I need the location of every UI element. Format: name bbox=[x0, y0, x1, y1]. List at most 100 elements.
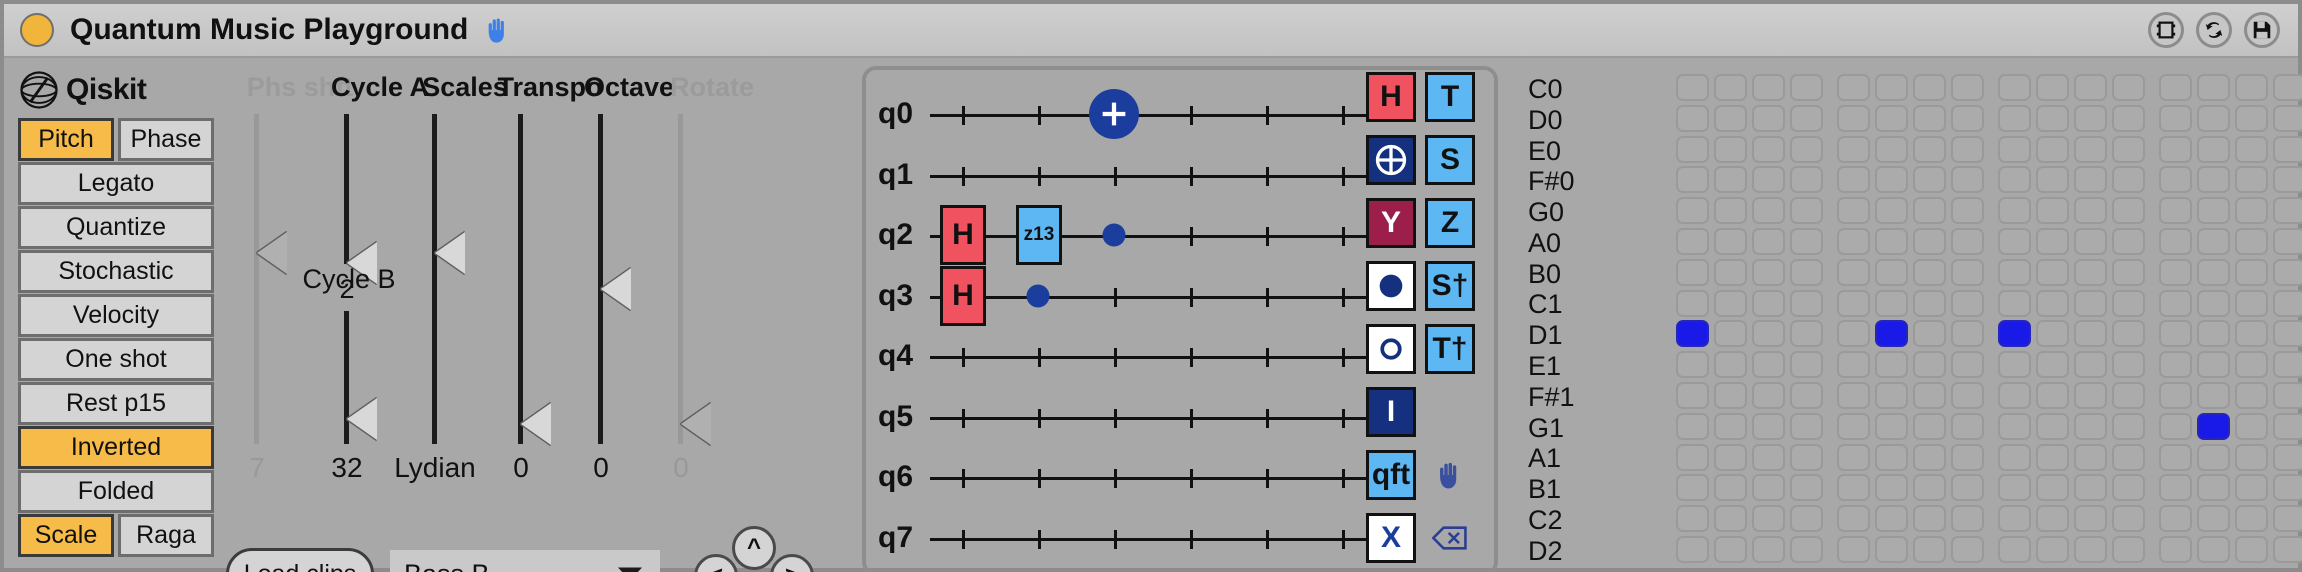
grid-cell[interactable] bbox=[2197, 535, 2230, 563]
grid-cell[interactable] bbox=[1951, 381, 1984, 409]
grid-cell[interactable] bbox=[2074, 135, 2107, 163]
gate-control-dot[interactable] bbox=[1366, 261, 1416, 311]
clip-selector-dropdown[interactable]: Bass B bbox=[390, 550, 660, 572]
grid-cell[interactable] bbox=[2197, 166, 2230, 194]
grid-cell[interactable] bbox=[1752, 474, 1785, 502]
grid-cell[interactable] bbox=[2159, 104, 2192, 132]
grid-cell[interactable] bbox=[2197, 227, 2230, 255]
grid-cell[interactable] bbox=[1752, 351, 1785, 379]
toggle-stochastic[interactable]: Stochastic bbox=[18, 250, 214, 293]
grid-cell[interactable] bbox=[2273, 443, 2302, 471]
grid-cell[interactable] bbox=[2112, 258, 2145, 286]
grid-cell[interactable] bbox=[1676, 381, 1709, 409]
grid-cell[interactable] bbox=[2036, 474, 2069, 502]
slider-thumb-cycle-b[interactable] bbox=[347, 398, 377, 440]
grid-cell[interactable] bbox=[2074, 166, 2107, 194]
grid-cell[interactable] bbox=[1676, 74, 1709, 101]
grid-cell[interactable] bbox=[1714, 381, 1747, 409]
grid-cell[interactable] bbox=[2159, 74, 2192, 101]
grid-cell[interactable] bbox=[2273, 381, 2302, 409]
grid-cell[interactable] bbox=[1998, 320, 2031, 348]
grid-cell[interactable] bbox=[1875, 166, 1908, 194]
grid-cell[interactable] bbox=[2112, 104, 2145, 132]
circuit-control-dot[interactable] bbox=[1102, 223, 1126, 247]
grid-cell[interactable] bbox=[2112, 412, 2145, 440]
grid-cell[interactable] bbox=[1676, 258, 1709, 286]
circuit-control-dot[interactable] bbox=[1026, 284, 1050, 307]
grid-cell[interactable] bbox=[1875, 197, 1908, 225]
grid-cell[interactable] bbox=[2074, 412, 2107, 440]
circuit-gate-h[interactable]: H bbox=[940, 205, 986, 265]
grid-cell[interactable] bbox=[2235, 474, 2268, 502]
grid-cell[interactable] bbox=[1998, 443, 2031, 471]
grid-cell[interactable] bbox=[2159, 320, 2192, 348]
piano-roll-grid[interactable] bbox=[1676, 74, 2302, 567]
grid-cell[interactable] bbox=[1913, 197, 1946, 225]
grid-cell[interactable] bbox=[1951, 412, 1984, 440]
grid-cell[interactable] bbox=[1676, 412, 1709, 440]
toggle-legato[interactable]: Legato bbox=[18, 162, 214, 205]
dpad-left-button[interactable]: < bbox=[694, 554, 738, 572]
grid-cell[interactable] bbox=[2036, 535, 2069, 563]
grid-cell[interactable] bbox=[2235, 135, 2268, 163]
grid-cell[interactable] bbox=[1676, 443, 1709, 471]
grid-cell[interactable] bbox=[1790, 166, 1823, 194]
grid-cell[interactable] bbox=[2197, 505, 2230, 533]
grid-cell[interactable] bbox=[1714, 197, 1747, 225]
grid-cell[interactable] bbox=[2074, 351, 2107, 379]
grid-cell[interactable] bbox=[1951, 227, 1984, 255]
grid-cell[interactable] bbox=[1752, 104, 1785, 132]
grid-cell[interactable] bbox=[1913, 289, 1946, 317]
circuit-gate-z13[interactable]: z13 bbox=[1016, 205, 1062, 265]
grid-cell[interactable] bbox=[1875, 412, 1908, 440]
load-clips-button[interactable]: Load clips bbox=[226, 548, 374, 572]
grid-cell[interactable] bbox=[2159, 412, 2192, 440]
grid-cell[interactable] bbox=[2235, 289, 2268, 317]
grid-cell[interactable] bbox=[2036, 320, 2069, 348]
grid-cell[interactable] bbox=[2112, 505, 2145, 533]
slider-thumb-phs-shft[interactable] bbox=[257, 231, 287, 274]
grid-cell[interactable] bbox=[2235, 412, 2268, 440]
grid-cell[interactable] bbox=[1875, 351, 1908, 379]
grid-cell[interactable] bbox=[1913, 381, 1946, 409]
grid-cell[interactable] bbox=[2074, 381, 2107, 409]
dpad-up-button[interactable]: ^ bbox=[732, 526, 776, 570]
toggle-scale[interactable]: Scale bbox=[18, 514, 114, 557]
grid-cell[interactable] bbox=[2074, 505, 2107, 533]
gate-qft[interactable]: qft bbox=[1366, 450, 1416, 500]
toggle-quantize[interactable]: Quantize bbox=[18, 206, 214, 249]
grid-cell[interactable] bbox=[1837, 258, 1870, 286]
grid-cell[interactable] bbox=[1875, 289, 1908, 317]
grid-cell[interactable] bbox=[2036, 412, 2069, 440]
grid-cell[interactable] bbox=[1951, 197, 1984, 225]
grid-cell[interactable] bbox=[1714, 443, 1747, 471]
grid-cell[interactable] bbox=[1676, 505, 1709, 533]
grid-cell[interactable] bbox=[2159, 381, 2192, 409]
grid-cell[interactable] bbox=[1790, 104, 1823, 132]
grid-cell[interactable] bbox=[2273, 135, 2302, 163]
grid-cell[interactable] bbox=[2235, 351, 2268, 379]
grid-cell[interactable] bbox=[1951, 535, 1984, 563]
grid-cell[interactable] bbox=[1837, 197, 1870, 225]
grid-cell[interactable] bbox=[2197, 412, 2230, 440]
grid-cell[interactable] bbox=[1951, 74, 1984, 101]
grid-cell[interactable] bbox=[1790, 74, 1823, 101]
grid-cell[interactable] bbox=[1714, 351, 1747, 379]
grid-cell[interactable] bbox=[1913, 166, 1946, 194]
dpad-right-button[interactable]: > bbox=[770, 554, 814, 572]
grid-cell[interactable] bbox=[1790, 258, 1823, 286]
grid-cell[interactable] bbox=[2159, 258, 2192, 286]
gate-t-dagger[interactable]: T† bbox=[1425, 324, 1475, 374]
grid-cell[interactable] bbox=[1998, 535, 2031, 563]
grid-cell[interactable] bbox=[1998, 135, 2031, 163]
grid-cell[interactable] bbox=[2197, 74, 2230, 101]
grid-cell[interactable] bbox=[1752, 412, 1785, 440]
grid-cell[interactable] bbox=[2273, 412, 2302, 440]
grid-cell[interactable] bbox=[1837, 320, 1870, 348]
grid-cell[interactable] bbox=[1913, 535, 1946, 563]
grid-cell[interactable] bbox=[1790, 289, 1823, 317]
grid-cell[interactable] bbox=[2159, 135, 2192, 163]
grid-cell[interactable] bbox=[1913, 135, 1946, 163]
grid-cell[interactable] bbox=[2036, 505, 2069, 533]
grid-cell[interactable] bbox=[1837, 351, 1870, 379]
